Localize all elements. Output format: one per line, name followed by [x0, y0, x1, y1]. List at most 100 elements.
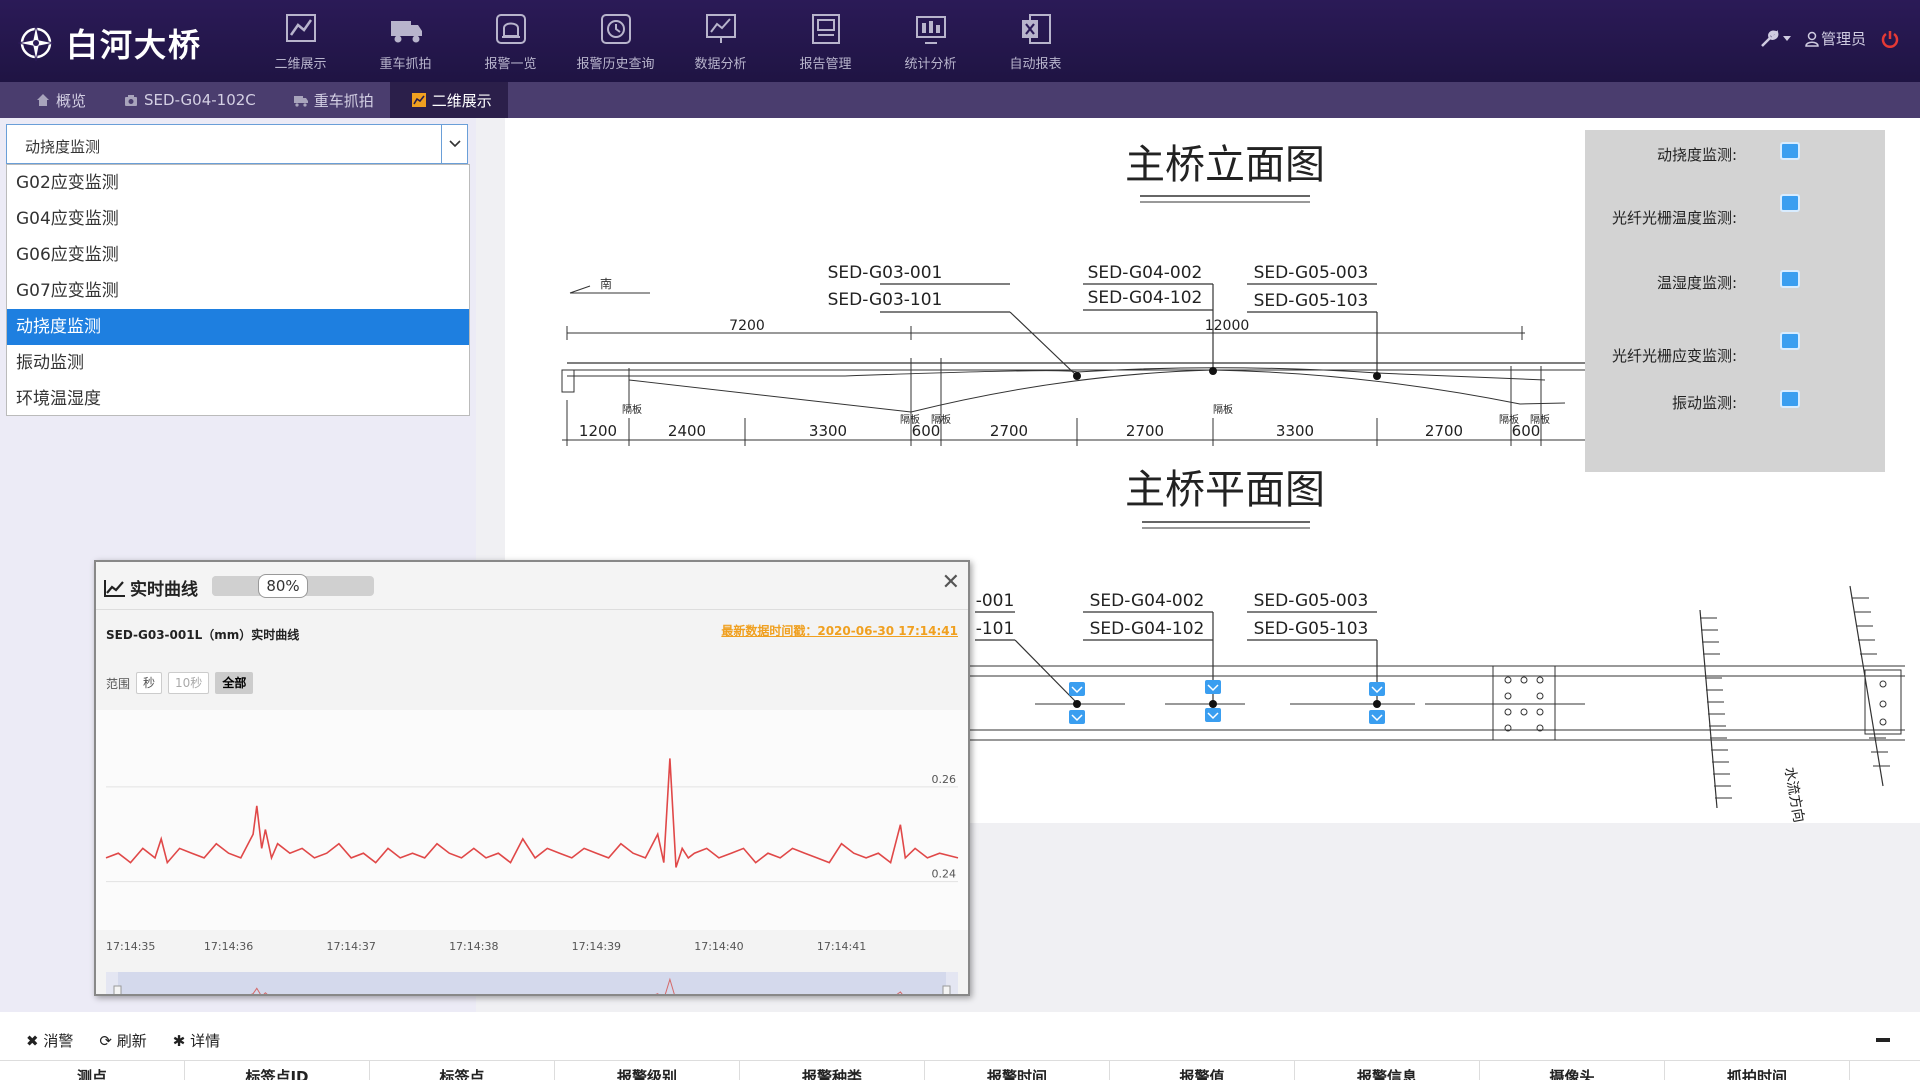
nav-item-label: 报警历史查询 [576, 56, 655, 72]
close-icon[interactable]: ✕ [942, 570, 960, 595]
diaphragm-label: 隔板 [622, 403, 642, 416]
select-option[interactable]: 振动监测 [7, 345, 469, 381]
select-option[interactable]: G04应变监测 [7, 201, 469, 237]
power-icon[interactable] [1880, 29, 1900, 49]
progress-text: 80% [258, 574, 308, 598]
minimize-icon[interactable] [1876, 1038, 1890, 1042]
legend-item: 温湿度监测: [1585, 268, 1885, 298]
table-header-cell[interactable]: 测点 [0, 1061, 185, 1080]
nav-item-7[interactable]: 自动报表 [983, 0, 1088, 82]
line-chart-icon [285, 13, 316, 42]
sensor-label: SED-G05-003 [1254, 591, 1369, 611]
tab-2[interactable]: 重车抓拍 [272, 82, 390, 118]
sensor-label: SED-G04-102 [1088, 288, 1203, 308]
nav-item-6[interactable]: 统计分析 [878, 0, 983, 82]
chevron-down-icon[interactable] [441, 125, 467, 163]
nav-item-label: 二维展示 [274, 56, 327, 72]
refresh-button[interactable]: ⟳ 刷新 [99, 1030, 146, 1051]
sensor-label: -001 [976, 591, 1015, 611]
deflection-sensor-icon[interactable] [1780, 142, 1800, 160]
detail-button[interactable]: ✱ 详情 [173, 1030, 220, 1051]
select-option[interactable]: 环境温湿度 [7, 381, 469, 417]
camera-icon [125, 95, 138, 106]
table-header-cell[interactable]: 标签点 [370, 1061, 555, 1080]
nav-item-label: 重车抓拍 [379, 56, 432, 72]
table-header-cell[interactable]: 报警时间 [925, 1061, 1110, 1080]
navigator-selection[interactable] [118, 972, 946, 994]
dim-label: 3300 [1276, 422, 1314, 440]
close-icon: ✖ [26, 1032, 39, 1050]
nav-item-4[interactable]: 数据分析 [668, 0, 773, 82]
legend-item: 光纤光栅温度监测: [1585, 192, 1885, 244]
top-navbar: 白河大桥 二维展示 重车抓拍 报警一览 报警历史查询 数据分析 报告管理 统计分析 自动报表 … [0, 0, 1920, 82]
plot-background [96, 710, 968, 930]
x-tick-label: 17:14:36 [204, 940, 253, 953]
select-option[interactable]: G07应变监测 [7, 273, 469, 309]
elevation-title: 主桥立面图 [1125, 142, 1325, 188]
dismiss-alarm-button[interactable]: ✖ 消警 [26, 1030, 73, 1051]
table-header-cell[interactable]: 标签点ID [185, 1061, 370, 1080]
dialog-header: 实时曲线 80% ✕ [96, 562, 968, 610]
tab-label: 二维展示 [431, 91, 492, 110]
humidity-sensor-icon[interactable] [1780, 270, 1800, 288]
nav-item-2[interactable]: 报警一览 [458, 0, 563, 82]
nav-item-1[interactable]: 重车抓拍 [353, 0, 458, 82]
sensor-label: SED-G04-102 [1090, 619, 1205, 639]
sensor-label: SED-G05-003 [1254, 263, 1369, 283]
table-header-cell[interactable]: 摄像头 [1480, 1061, 1665, 1080]
south-mark: 南 [600, 276, 612, 291]
sensor-legend: 动挠度监测: 光纤光栅温度监测: 温湿度监测: 光纤光栅应变监测: 振动监测: [1585, 130, 1885, 472]
dismiss-label: 消警 [43, 1032, 74, 1050]
legend-label: 光纤光栅应变监测: [1611, 347, 1737, 365]
table-header-cell[interactable]: 报警值 [1110, 1061, 1295, 1080]
vibration-sensor-icon[interactable] [1780, 390, 1800, 408]
user-menu[interactable]: 管理员 [1805, 28, 1866, 49]
nav-item-label: 自动报表 [1009, 56, 1062, 72]
tab-bar: 概览 SED-G04-102C 重车抓拍 二维展示 [0, 82, 1920, 118]
fbg-strain-sensor-icon[interactable] [1780, 332, 1800, 350]
monitor-type-select[interactable]: 动挠度监测 [6, 124, 468, 164]
realtime-curve-dialog: 实时曲线 80% ✕ SED-G03-001L（mm）实时曲线 最新数据时间戳：… [94, 560, 970, 996]
select-option[interactable]: 动挠度监测 [7, 309, 469, 345]
chart-area: SED-G03-001L（mm）实时曲线 最新数据时间戳：2020-06-30 … [96, 610, 968, 994]
x-tick-label: 17:14:37 [326, 940, 375, 953]
sensor-label-group-g03: SED-G03-001 SED-G03-101 [828, 263, 1078, 377]
select-option[interactable]: G06应变监测 [7, 237, 469, 273]
nav-item-label: 统计分析 [904, 56, 957, 72]
sensor-label: SED-G03-101 [828, 290, 943, 310]
chart-icon [411, 93, 426, 107]
tab-1[interactable]: SED-G04-102C [102, 82, 272, 118]
nav-item-5[interactable]: 报告管理 [773, 0, 878, 82]
nav-item-0[interactable]: 二维展示 [248, 0, 353, 82]
dim-label: 2700 [1425, 422, 1463, 440]
header-tools: 管理员 [1759, 28, 1900, 49]
main-nav: 二维展示 重车抓拍 报警一览 报警历史查询 数据分析 报告管理 统计分析 自动报表 [248, 0, 1088, 82]
span-label: 7200 [729, 318, 765, 334]
tab-0[interactable]: 概览 [14, 82, 102, 118]
select-value: 动挠度监测 [25, 138, 101, 156]
select-dropdown: G02应变监测 G04应变监测 G06应变监测 G07应变监测 动挠度监测 振动监测 环境温… [6, 164, 470, 416]
report-icon [811, 13, 840, 44]
navigator-handle-right[interactable] [942, 985, 951, 994]
dim-label: 600 [912, 422, 941, 440]
table-header-cell[interactable]: 报警信息 [1295, 1061, 1480, 1080]
plan-title: 主桥平面图 [1125, 467, 1325, 513]
legend-label: 光纤光栅温度监测: [1611, 209, 1737, 227]
table-header-cell[interactable]: 报警级别 [555, 1061, 740, 1080]
table-header-cell[interactable]: 抓拍时间 [1665, 1061, 1850, 1080]
select-option[interactable]: G02应变监测 [7, 165, 469, 201]
detail-label: 详情 [190, 1032, 221, 1050]
table-header-cell[interactable]: 报警种类 [740, 1061, 925, 1080]
wrench-icon[interactable] [1759, 29, 1791, 49]
nav-item-3[interactable]: 报警历史查询 [563, 0, 668, 82]
sensor-label-group-g05: SED-G05-003 SED-G05-103 [1247, 263, 1378, 376]
compass-logo-icon [17, 24, 55, 62]
navigator-handle-left[interactable] [113, 985, 122, 994]
fbg-temperature-sensor-icon[interactable] [1780, 194, 1800, 212]
span-label: 12000 [1205, 318, 1250, 334]
sensor-label: SED-G05-103 [1254, 291, 1369, 311]
statistics-icon [915, 15, 946, 44]
dialog-title: 实时曲线 [104, 575, 198, 600]
x-tick-label: 17:14:38 [449, 940, 498, 953]
tab-3[interactable]: 二维展示 [389, 82, 508, 118]
